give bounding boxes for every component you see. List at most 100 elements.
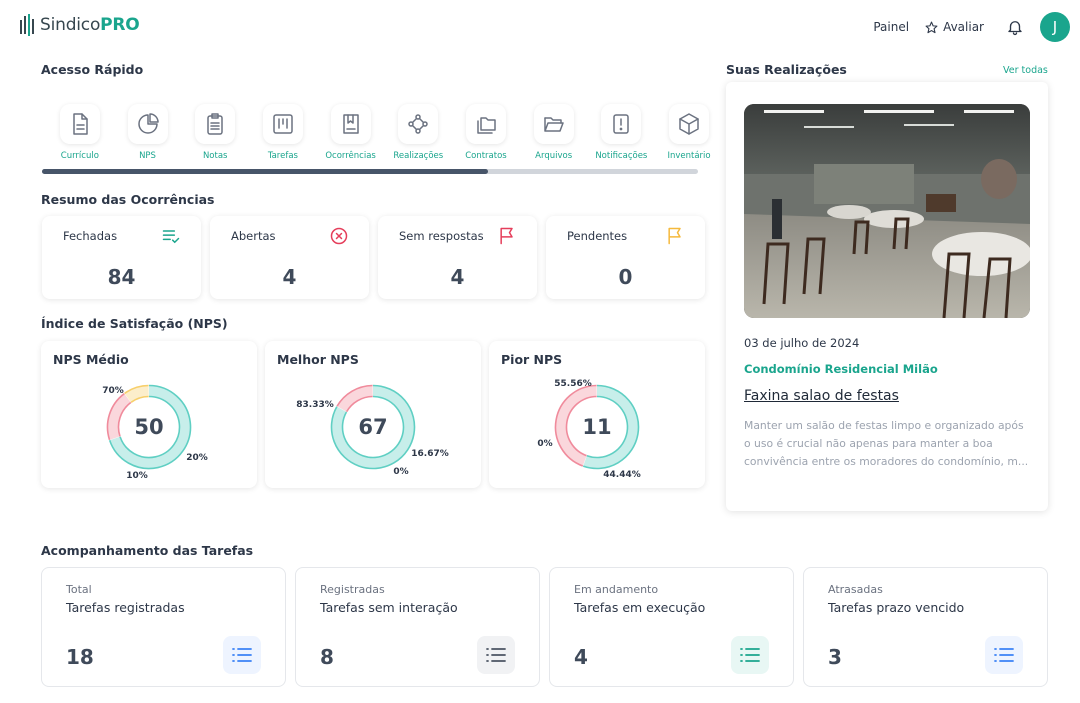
nps-segment-label: 83.33% bbox=[296, 400, 334, 410]
quick-access-notas[interactable]: Notas bbox=[181, 104, 249, 161]
task-card-total[interactable]: Total Tarefas registradas 18 bbox=[41, 567, 286, 687]
nps-segment-label: 55.56% bbox=[554, 379, 592, 389]
achievement-condo: Condomínio Residencial Milão bbox=[744, 362, 938, 376]
nps-segment-label: 16.67% bbox=[411, 449, 449, 459]
quick-access-label: Currículo bbox=[60, 151, 99, 161]
list-icon[interactable] bbox=[477, 636, 515, 674]
quick-access-inventario[interactable]: Inventário bbox=[655, 104, 723, 161]
flag-icon bbox=[668, 227, 681, 245]
task-card-registradas[interactable]: Registradas Tarefas sem interação 8 bbox=[295, 567, 540, 687]
task-value: 18 bbox=[66, 645, 94, 669]
bell-icon[interactable] bbox=[1006, 18, 1024, 36]
occurrence-card-fechadas[interactable]: Fechadas 84 bbox=[42, 216, 201, 299]
scrollbar-thumb[interactable] bbox=[42, 169, 489, 174]
task-value: 4 bbox=[574, 645, 588, 669]
nps-segment-label: 70% bbox=[102, 386, 124, 396]
task-card-em-andamento[interactable]: Em andamento Tarefas em execução 4 bbox=[549, 567, 794, 687]
list-icon[interactable] bbox=[985, 636, 1023, 674]
list-icon[interactable] bbox=[223, 636, 261, 674]
quick-access-label: Tarefas bbox=[267, 151, 298, 161]
achievement-photo bbox=[744, 104, 1030, 318]
logo-bars-icon bbox=[20, 14, 34, 36]
nps-card-pior[interactable]: Pior NPS 11 55.56% 44.44% 0% bbox=[489, 341, 705, 488]
task-title: Tarefas em execução bbox=[574, 600, 706, 615]
list-check-icon bbox=[162, 230, 180, 244]
quick-access-tarefas[interactable]: Tarefas bbox=[249, 104, 317, 161]
quick-access-contratos[interactable]: Contratos bbox=[452, 104, 520, 161]
task-value: 8 bbox=[320, 645, 334, 669]
nps-score: 50 bbox=[134, 415, 163, 439]
task-value: 3 bbox=[828, 645, 842, 669]
quick-access-notificacoes[interactable]: Notificações bbox=[588, 104, 656, 161]
nps-segment-label: 0% bbox=[393, 467, 408, 477]
top-header: SindicoPRO Painel Avaliar J bbox=[0, 0, 1080, 56]
nps-card-medio[interactable]: NPS Médio 50 70% 20% 10% bbox=[41, 341, 257, 488]
book-icon bbox=[330, 104, 371, 144]
list-icon[interactable] bbox=[731, 636, 769, 674]
tasks-title: Acompanhamento das Tarefas bbox=[41, 543, 254, 558]
avatar[interactable]: J bbox=[1040, 12, 1070, 42]
clipboard-icon bbox=[195, 104, 236, 144]
quick-access-label: Inventário bbox=[667, 151, 711, 161]
occurrence-value: 0 bbox=[618, 265, 633, 289]
nps-segment-label: 0% bbox=[537, 439, 552, 449]
logo-text: SindicoPRO bbox=[40, 15, 140, 35]
quick-access-label: Arquivos bbox=[535, 151, 573, 161]
quick-access-title: Acesso Rápido bbox=[41, 62, 144, 77]
task-kicker: Em andamento bbox=[574, 583, 659, 596]
task-kicker: Atrasadas bbox=[828, 583, 883, 596]
occurrence-card-pendentes[interactable]: Pendentes 0 bbox=[546, 216, 705, 299]
nps-segment-label: 20% bbox=[186, 453, 208, 463]
task-card-atrasadas[interactable]: Atrasadas Tarefas prazo vencido 3 bbox=[803, 567, 1048, 687]
pie-chart-icon bbox=[127, 104, 168, 144]
nps-score: 67 bbox=[358, 415, 387, 439]
nav-painel-label: Painel bbox=[873, 20, 910, 34]
box-icon bbox=[669, 104, 710, 144]
occurrences-title: Resumo das Ocorrências bbox=[41, 192, 215, 207]
network-icon bbox=[398, 104, 439, 144]
nps-segment-label: 44.44% bbox=[603, 470, 641, 480]
quick-access-arquivos[interactable]: Arquivos bbox=[520, 104, 588, 161]
task-title: Tarefas prazo vencido bbox=[828, 600, 965, 615]
quick-access-label: Ocorrências bbox=[325, 151, 376, 161]
logo[interactable]: SindicoPRO bbox=[20, 14, 140, 36]
occurrence-card-sem-respostas[interactable]: Sem respostas 4 bbox=[378, 216, 537, 299]
party-hall-image bbox=[744, 104, 1030, 318]
achievement-date: 03 de julho de 2024 bbox=[744, 336, 860, 350]
document-icon bbox=[59, 104, 100, 144]
task-title: Tarefas sem interação bbox=[320, 600, 458, 615]
task-title: Tarefas registradas bbox=[66, 600, 185, 615]
folder-open-icon bbox=[533, 104, 574, 144]
nav-painel-link[interactable]: Painel bbox=[873, 20, 909, 34]
quick-access-label: NPS bbox=[139, 151, 156, 161]
nps-donut-chart: 11 55.56% 44.44% 0% bbox=[537, 379, 641, 480]
occurrence-value: 84 bbox=[107, 265, 136, 289]
achievement-title-link[interactable]: Faxina salao de festas bbox=[744, 388, 899, 404]
header-nav: Painel Avaliar J bbox=[873, 12, 1070, 42]
quick-access-scrollbar[interactable] bbox=[42, 169, 698, 174]
occurrence-card-abertas[interactable]: Abertas 4 bbox=[210, 216, 369, 299]
nav-avaliar-link[interactable]: Avaliar bbox=[925, 20, 984, 34]
task-kicker: Registradas bbox=[320, 583, 385, 596]
see-all-link[interactable]: Ver todas bbox=[1003, 65, 1048, 76]
nps-section-title: Índice de Satisfação (NPS) bbox=[41, 316, 228, 331]
quick-access-ocorrencias[interactable]: Ocorrências bbox=[317, 104, 385, 161]
star-icon bbox=[925, 21, 938, 33]
nav-avaliar-label: Avaliar bbox=[943, 20, 984, 34]
quick-access-realizacoes[interactable]: Realizações bbox=[384, 104, 452, 161]
achievements-title: Suas Realizações bbox=[726, 62, 847, 77]
nps-donut-chart: 67 83.33% 16.67% 0% bbox=[296, 384, 449, 477]
quick-access-curriculo[interactable]: Currículo bbox=[46, 104, 114, 161]
flag-icon bbox=[500, 227, 513, 245]
nps-card-melhor[interactable]: Melhor NPS 67 83.33% 16.67% 0% bbox=[265, 341, 481, 488]
nps-segment-label: 10% bbox=[126, 471, 148, 481]
occurrence-label: Abertas bbox=[231, 229, 276, 243]
quick-access-nps[interactable]: NPS bbox=[114, 104, 182, 161]
occurrence-label: Pendentes bbox=[567, 229, 628, 243]
folders-icon bbox=[465, 104, 506, 144]
occurrence-value: 4 bbox=[450, 265, 465, 289]
kanban-icon bbox=[262, 104, 303, 144]
alert-file-icon bbox=[601, 104, 642, 144]
quick-access-label: Notas bbox=[202, 151, 228, 161]
achievement-card[interactable]: 03 de julho de 2024 Condomínio Residenci… bbox=[726, 82, 1048, 511]
